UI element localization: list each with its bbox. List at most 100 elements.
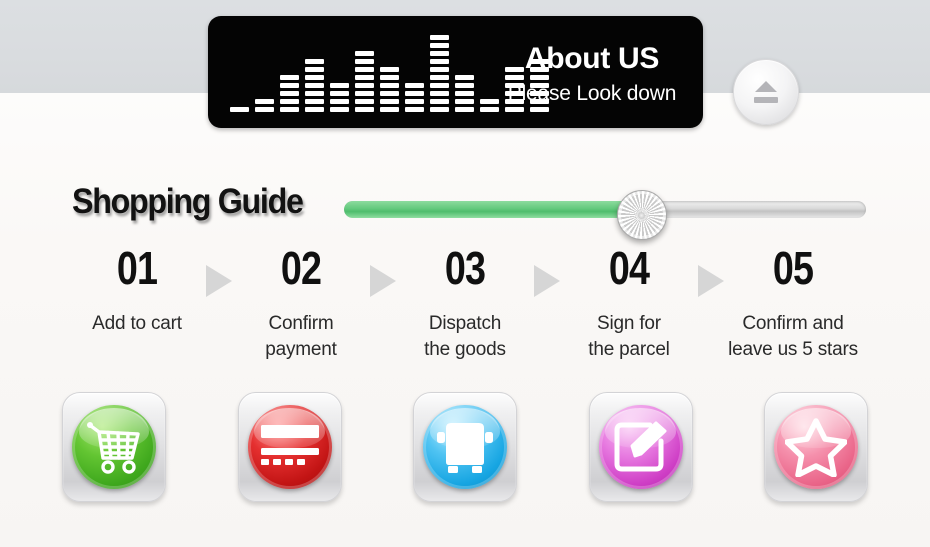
equalizer-segment: [330, 107, 349, 112]
equalizer-segment: [255, 107, 274, 112]
step-label: Sign for the parcel: [588, 313, 670, 360]
equalizer-segment: [355, 107, 374, 112]
step-number: 04: [608, 242, 650, 294]
equalizer-segment: [430, 91, 449, 96]
equalizer-segment: [380, 75, 399, 80]
step-arrow: [698, 243, 724, 297]
step-icon-tile-04[interactable]: [588, 392, 693, 502]
equalizer-segment: [280, 75, 299, 80]
equalizer-segment: [305, 107, 324, 112]
equalizer-segment: [430, 107, 449, 112]
equalizer-bar: [230, 107, 249, 112]
step-icon-tile-03[interactable]: [413, 392, 517, 502]
step-02: 02 Confirm payment: [226, 243, 376, 363]
step-icon-tile-05[interactable]: [764, 392, 868, 502]
step-arrow: [534, 243, 560, 297]
equalizer-segment: [430, 35, 449, 40]
equalizer-bar: [255, 99, 274, 112]
equalizer-bar: [280, 75, 299, 112]
step-arrow: [370, 243, 396, 297]
equalizer-bar: [405, 83, 424, 112]
step-04: 04 Sign for the parcel: [554, 243, 704, 363]
step-number: 05: [772, 242, 814, 294]
step-number: 03: [444, 242, 486, 294]
equalizer-segment: [355, 91, 374, 96]
slider-track[interactable]: [344, 201, 866, 218]
step-number: 01: [116, 242, 158, 294]
step-05: 05 Confirm and leave us 5 stars: [718, 243, 868, 363]
equalizer-segment: [455, 75, 474, 80]
equalizer-segment: [355, 51, 374, 56]
eject-bar: [754, 97, 778, 103]
equalizer-segment: [230, 107, 249, 112]
equalizer-segment: [305, 83, 324, 88]
equalizer-segment: [280, 99, 299, 104]
equalizer-segment: [280, 91, 299, 96]
step-label: Dispatch the goods: [424, 313, 506, 360]
equalizer-segment: [405, 107, 424, 112]
equalizer-bar: [330, 83, 349, 112]
equalizer-bar: [355, 51, 374, 112]
equalizer-segment: [255, 99, 274, 104]
step-icons-row: [62, 392, 868, 502]
equalizer-bar: [455, 75, 474, 112]
equalizer-segment: [455, 107, 474, 112]
equalizer-segment: [355, 75, 374, 80]
eject-icon: [734, 60, 798, 124]
banner-text-block: About US Please Look down: [494, 42, 690, 108]
equalizer-segment: [330, 83, 349, 88]
equalizer-segment: [305, 99, 324, 104]
equalizer-segment: [380, 83, 399, 88]
step-icon-tile-01[interactable]: [62, 392, 166, 502]
equalizer-segment: [405, 99, 424, 104]
step-number: 02: [280, 242, 322, 294]
about-us-banner: About US Please Look down: [208, 16, 703, 128]
step-arrow: [206, 243, 232, 297]
equalizer-bar: [380, 67, 399, 112]
equalizer-segment: [280, 83, 299, 88]
step-icon-tile-02[interactable]: [237, 392, 342, 502]
equalizer-segment: [430, 67, 449, 72]
slider-knob[interactable]: [616, 190, 667, 240]
equalizer-segment: [455, 99, 474, 104]
step-label: Confirm payment: [265, 313, 337, 360]
progress-slider[interactable]: [344, 190, 866, 240]
equalizer-segment: [355, 99, 374, 104]
equalizer-segment: [430, 43, 449, 48]
equalizer-segment: [305, 67, 324, 72]
equalizer-segment: [305, 59, 324, 64]
equalizer-bar: [305, 59, 324, 112]
slider-fill: [344, 201, 642, 218]
star-icon: [774, 405, 858, 489]
step-01: 01 Add to cart: [62, 243, 212, 337]
step-03: 03 Dispatch the goods: [390, 243, 540, 363]
equalizer-segment: [380, 91, 399, 96]
equalizer-segment: [430, 75, 449, 80]
shopping-cart-icon: [72, 405, 156, 489]
banner-title: About US: [524, 42, 660, 75]
equalizer-bar: [430, 35, 449, 112]
equalizer-segment: [305, 75, 324, 80]
page-title: Shopping Guide: [72, 182, 304, 221]
equalizer-segment: [355, 83, 374, 88]
eject-triangle: [755, 81, 777, 92]
equalizer-segment: [380, 107, 399, 112]
step-label: Confirm and leave us 5 stars: [728, 313, 858, 360]
equalizer-segment: [355, 59, 374, 64]
equalizer-segment: [330, 91, 349, 96]
equalizer-segment: [430, 59, 449, 64]
step-label: Add to cart: [92, 313, 182, 334]
equalizer-segment: [355, 67, 374, 72]
equalizer-segment: [405, 83, 424, 88]
eject-button[interactable]: [733, 59, 799, 125]
credit-card-icon: [247, 405, 332, 489]
equalizer-segment: [330, 99, 349, 104]
equalizer-segment: [455, 83, 474, 88]
banner-subtitle: Please Look down: [507, 82, 677, 105]
equalizer-segment: [305, 91, 324, 96]
equalizer-segment: [430, 83, 449, 88]
equalizer-segment: [380, 99, 399, 104]
delivery-truck-icon: [423, 405, 507, 489]
equalizer-segment: [405, 91, 424, 96]
about-us-banner-page: About US Please Look down Shopping Guide…: [0, 0, 930, 547]
